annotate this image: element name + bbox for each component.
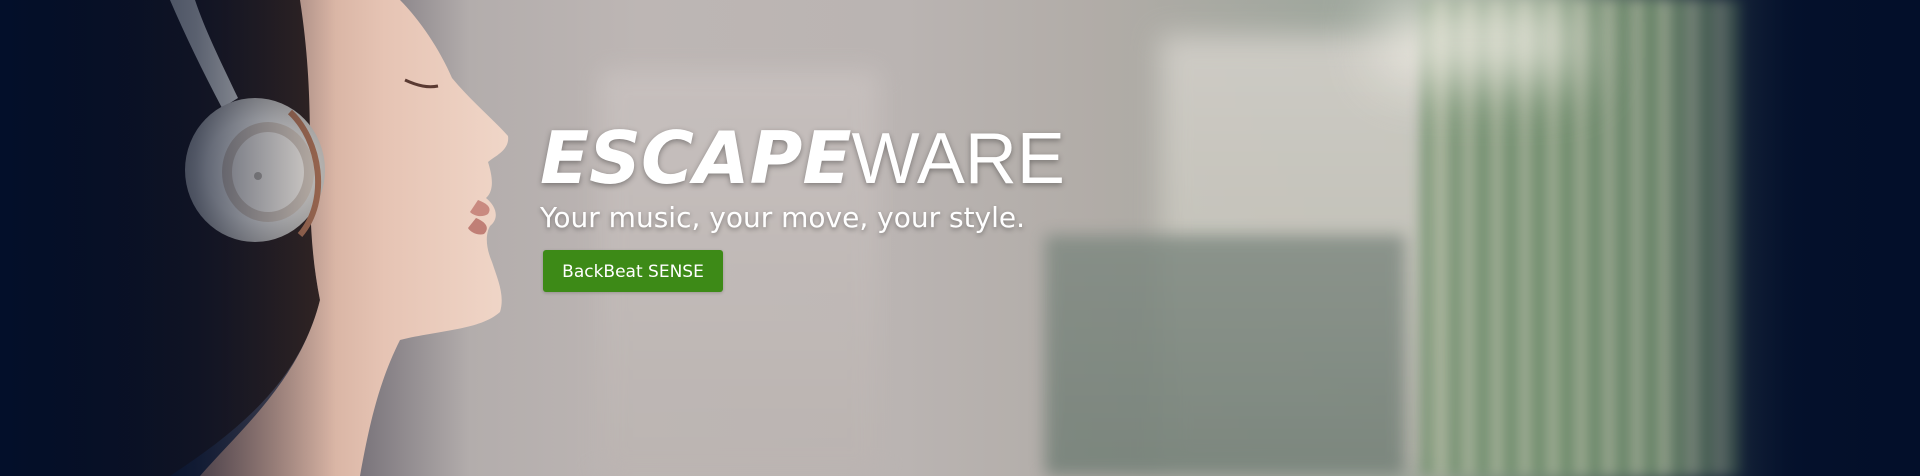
sky-glow	[1380, 0, 1580, 80]
brand-headline: ESCAPEWARE	[540, 122, 1065, 195]
headline-bold: ESCAPE	[540, 116, 852, 200]
tagline: Your music, your move, your style.	[540, 201, 1026, 234]
backbeat-sense-button[interactable]: BackBeat SENSE	[543, 250, 723, 292]
woman-with-headphones-image	[0, 0, 560, 476]
hero-banner: ESCAPEWARE Your music, your move, your s…	[0, 0, 1920, 476]
right-fade	[1660, 0, 1920, 476]
blurred-building-dark	[1045, 235, 1405, 476]
headline-light: WARE	[851, 119, 1065, 199]
hero-text-block: ESCAPEWARE Your music, your move, your s…	[540, 122, 1065, 292]
